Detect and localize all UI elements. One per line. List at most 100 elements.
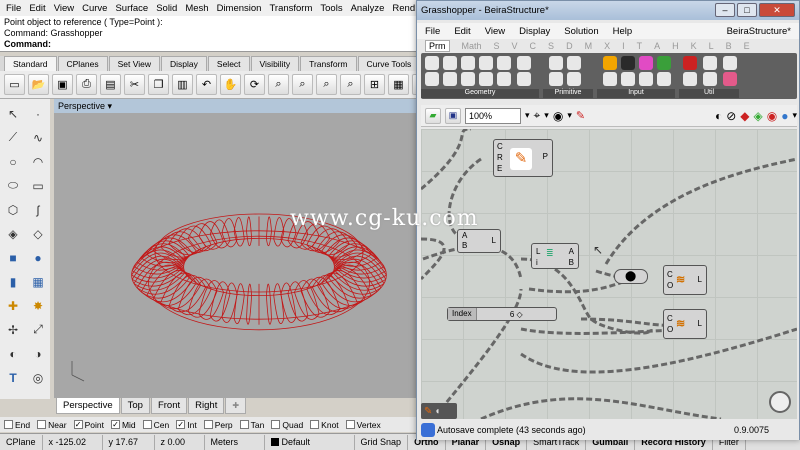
vector-param-icon[interactable] <box>443 56 457 70</box>
osnap-point[interactable]: ✓ Point <box>73 420 104 430</box>
checkbox[interactable] <box>142 420 152 429</box>
data-dam-icon[interactable] <box>703 72 717 86</box>
render-preview-icon[interactable]: ● <box>781 109 788 123</box>
tab-display[interactable]: Display <box>161 56 207 71</box>
checkbox[interactable] <box>37 420 47 429</box>
bake-icon[interactable]: ◈ <box>754 109 763 123</box>
analyze-icon[interactable]: ◑ <box>27 343 49 364</box>
arc-icon[interactable]: ◠ <box>27 151 49 172</box>
button-icon[interactable] <box>603 72 617 86</box>
checkbox[interactable]: ✓ <box>73 420 83 429</box>
mesh-param-icon[interactable] <box>497 72 511 86</box>
maximize-icon[interactable]: □ <box>737 3 757 17</box>
dimension-icon[interactable]: ◐ <box>2 343 24 364</box>
tab-set-view[interactable]: Set View <box>108 56 161 71</box>
sphere-icon[interactable]: ● <box>27 247 49 268</box>
gh-category-tab[interactable]: X <box>604 41 610 51</box>
transform-icon[interactable]: ⤢ <box>27 319 49 340</box>
gh-category-tab[interactable]: Prm <box>425 40 450 52</box>
checkbox[interactable]: ✓ <box>176 420 186 429</box>
chevron-down-icon[interactable]: ▾ <box>567 110 572 121</box>
ribbon-group-primitive[interactable]: Primitive <box>543 89 593 98</box>
explode-icon[interactable]: ✸ <box>27 295 49 316</box>
tab-cplanes[interactable]: CPlanes <box>57 56 108 71</box>
layer-selector[interactable]: Default <box>265 434 355 450</box>
gh-category-tab[interactable]: B <box>726 41 732 51</box>
ribbon-group-input[interactable]: Input <box>597 89 675 98</box>
zoom-extents-icon[interactable]: ⌕ <box>316 74 337 95</box>
surface-param-icon[interactable] <box>517 56 531 70</box>
pan-icon[interactable]: ✋ <box>220 74 241 95</box>
polyline-icon[interactable]: ⟋ <box>2 127 24 148</box>
box-param-icon[interactable] <box>461 72 475 86</box>
point-component[interactable]: C R E ✎ P <box>493 139 553 177</box>
viewport-title-bar[interactable]: Perspective ▾ <box>54 99 454 113</box>
osnap-near[interactable]: Near <box>37 420 67 430</box>
osnap-knot[interactable]: Knot <box>310 420 339 430</box>
relay-icon[interactable] <box>703 56 717 70</box>
canvas-tab-strip[interactable]: ✎ ◖ <box>421 403 457 419</box>
four-viewports-icon[interactable]: ⊞ <box>364 74 385 95</box>
viewport-tab-right[interactable]: Right <box>188 398 225 414</box>
osnap-mid[interactable]: ✓ Mid <box>110 420 136 430</box>
point-param-icon[interactable] <box>425 56 439 70</box>
field-param-icon[interactable] <box>517 72 531 86</box>
menu-view[interactable]: View <box>54 3 74 14</box>
selected-preview-icon[interactable]: ◉ <box>767 109 777 123</box>
shaded-preview-icon[interactable]: ◆ <box>740 109 749 123</box>
gh-category-tab[interactable]: M <box>585 41 593 51</box>
gh-category-tab[interactable]: V <box>512 41 518 51</box>
chevron-down-icon[interactable]: ▾ <box>544 110 549 121</box>
menu-transform[interactable]: Transform <box>269 3 312 14</box>
gh-menu-solution[interactable]: Solution <box>564 26 598 37</box>
perspective-viewport[interactable] <box>54 113 416 398</box>
osnap-tan[interactable]: Tan <box>239 420 264 430</box>
freeform-icon[interactable]: ʃ <box>27 199 49 220</box>
checkbox[interactable] <box>310 420 320 429</box>
gh-menu-file[interactable]: File <box>425 26 440 37</box>
point-icon[interactable]: · <box>27 103 49 124</box>
viewport-title[interactable]: Perspective <box>58 101 105 111</box>
menu-file[interactable]: File <box>6 3 21 14</box>
gh-menu-view[interactable]: View <box>485 26 505 37</box>
surface-icon[interactable]: ◈ <box>2 223 24 244</box>
plane-param-icon[interactable] <box>443 72 457 86</box>
close-icon[interactable]: ✕ <box>759 3 795 17</box>
toggle-icon[interactable] <box>657 56 671 70</box>
osnap-perp[interactable]: Perp <box>203 420 233 430</box>
tab-standard[interactable]: Standard <box>4 56 57 71</box>
cylinder-icon[interactable]: ▮ <box>2 271 24 292</box>
box-icon[interactable]: ■ <box>2 247 24 268</box>
gh-category-tab[interactable]: K <box>691 41 697 51</box>
curve-icon[interactable]: ∿ <box>27 127 49 148</box>
checkbox[interactable] <box>4 420 13 429</box>
panel-reference-component[interactable]: ⬤ <box>614 269 648 284</box>
boolean-param-icon[interactable] <box>549 56 563 70</box>
save-icon[interactable]: ▣ <box>52 74 73 95</box>
brep-param-icon[interactable] <box>479 72 493 86</box>
zoom-extents-icon[interactable]: ⌖ <box>534 108 541 123</box>
zoom-field[interactable]: 100% <box>465 107 521 124</box>
menu-curve[interactable]: Curve <box>82 3 107 14</box>
boolean-icon[interactable]: ✚ <box>2 295 24 316</box>
move-icon[interactable]: ✢ <box>2 319 24 340</box>
tab-transform[interactable]: Transform <box>300 56 357 71</box>
checkbox[interactable]: ✓ <box>110 420 120 429</box>
tab-select[interactable]: Select <box>207 56 250 71</box>
flask-icon[interactable] <box>723 72 737 86</box>
preview-eye-icon[interactable]: ◉ <box>553 109 563 123</box>
swatch-icon[interactable] <box>639 56 653 70</box>
gh-menu-edit[interactable]: Edit <box>454 26 470 37</box>
menu-tools[interactable]: Tools <box>320 3 342 14</box>
new-file-icon[interactable]: ▭ <box>4 74 25 95</box>
tab-visibility[interactable]: Visibility <box>250 56 300 71</box>
slider-value[interactable]: 6 ◇ <box>477 310 556 319</box>
menu-analyze[interactable]: Analyze <box>351 3 385 14</box>
colour-param-icon[interactable] <box>549 72 563 86</box>
wireframe-preview-icon[interactable]: ⊘ <box>726 109 736 123</box>
viewport-tab-top[interactable]: Top <box>120 398 150 414</box>
text-icon[interactable]: T <box>2 367 24 388</box>
paste-icon[interactable]: ▥ <box>172 74 193 95</box>
zoom-window-icon[interactable]: ⌕ <box>292 74 313 95</box>
osnap-vertex[interactable]: Vertex <box>345 420 381 430</box>
